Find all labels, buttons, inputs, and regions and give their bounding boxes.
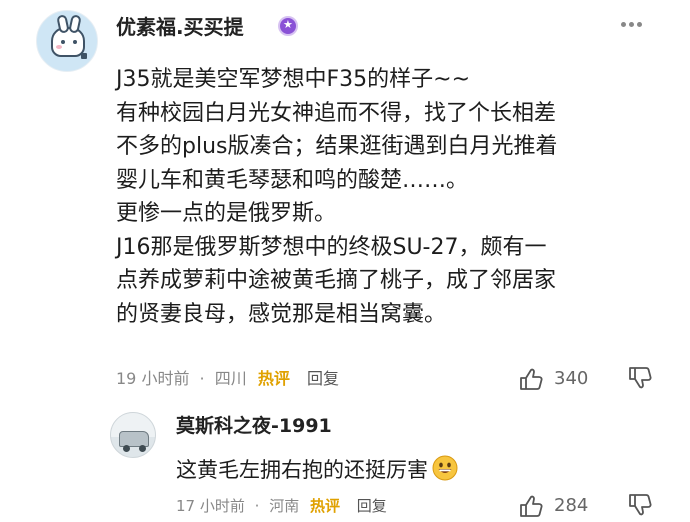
avatar[interactable] (36, 10, 98, 72)
comment-line: 不多的plus版凑合；结果逛街遇到白月光推着 (116, 134, 558, 159)
comment-username[interactable]: 优素福.买买提 (116, 12, 244, 42)
like-count: 340 (554, 368, 589, 389)
comment-line: 更惨一点的是俄罗斯。 (116, 201, 337, 226)
reply-username[interactable]: 莫斯科之夜-1991 (176, 412, 332, 440)
bunny-avatar-illustration (51, 14, 85, 57)
meta-separator: · (199, 369, 205, 388)
grinning-face-emoji-icon (432, 455, 458, 481)
comment-line: 婴儿车和黄毛琴瑟和鸣的酸楚……。 (116, 167, 469, 193)
car-avatar-illustration (119, 431, 149, 447)
comment-text: J35就是美空军梦想中F35的样子~~ 有种校园白月光女神追而不得，找了个长相差… (116, 63, 676, 331)
reply-text-content: 这黄毛左拥右抱的还挺厉害 (176, 458, 428, 482)
reply-time: 17 小时前 (176, 497, 245, 515)
more-options-icon[interactable] (621, 22, 643, 30)
dislike-button[interactable] (627, 366, 653, 394)
comment-location: 四川 (214, 369, 247, 388)
comment-line: J35就是美空军梦想中F35的样子~~ (116, 67, 470, 92)
reply-button[interactable]: 回复 (307, 364, 339, 394)
thumb-down-icon (629, 367, 652, 389)
comment-line: 点养成萝莉中途被黄毛摘了桃子，成了邻居家 (116, 268, 557, 293)
reply-meta: 17 小时前 · 河南 热评 回复 (176, 493, 387, 519)
hot-comment-badge: 热评 (310, 497, 341, 515)
thumb-down-icon (629, 494, 652, 516)
comment-line: J16那是俄罗斯梦想中的终极SU-27，颇有一 (116, 234, 547, 260)
reply-dislike-button[interactable] (627, 493, 653, 521)
reply-text: 这黄毛左拥右抱的还挺厉害 (176, 455, 458, 485)
thumb-up-icon (520, 368, 543, 390)
comment-meta: 19 小时前 · 四川 热评 回复 (116, 364, 339, 394)
reply-button[interactable]: 回复 (357, 493, 387, 519)
reply-like-button[interactable]: 284 (518, 491, 588, 521)
hot-comment-badge: 热评 (257, 369, 290, 388)
thumb-up-icon (520, 495, 543, 517)
reply-avatar[interactable] (110, 412, 156, 458)
comment-line: 的贤妻良母，感觉那是相当窝囊。 (116, 301, 447, 327)
like-count: 284 (554, 495, 589, 516)
reply-location: 河南 (269, 497, 300, 515)
vip-star-badge-icon (278, 16, 298, 36)
comment-line: 有种校园白月光女神追而不得，找了个长相差 (116, 100, 557, 126)
like-button[interactable]: 340 (518, 364, 588, 394)
meta-separator: · (254, 497, 260, 515)
comment-time: 19 小时前 (116, 369, 190, 388)
